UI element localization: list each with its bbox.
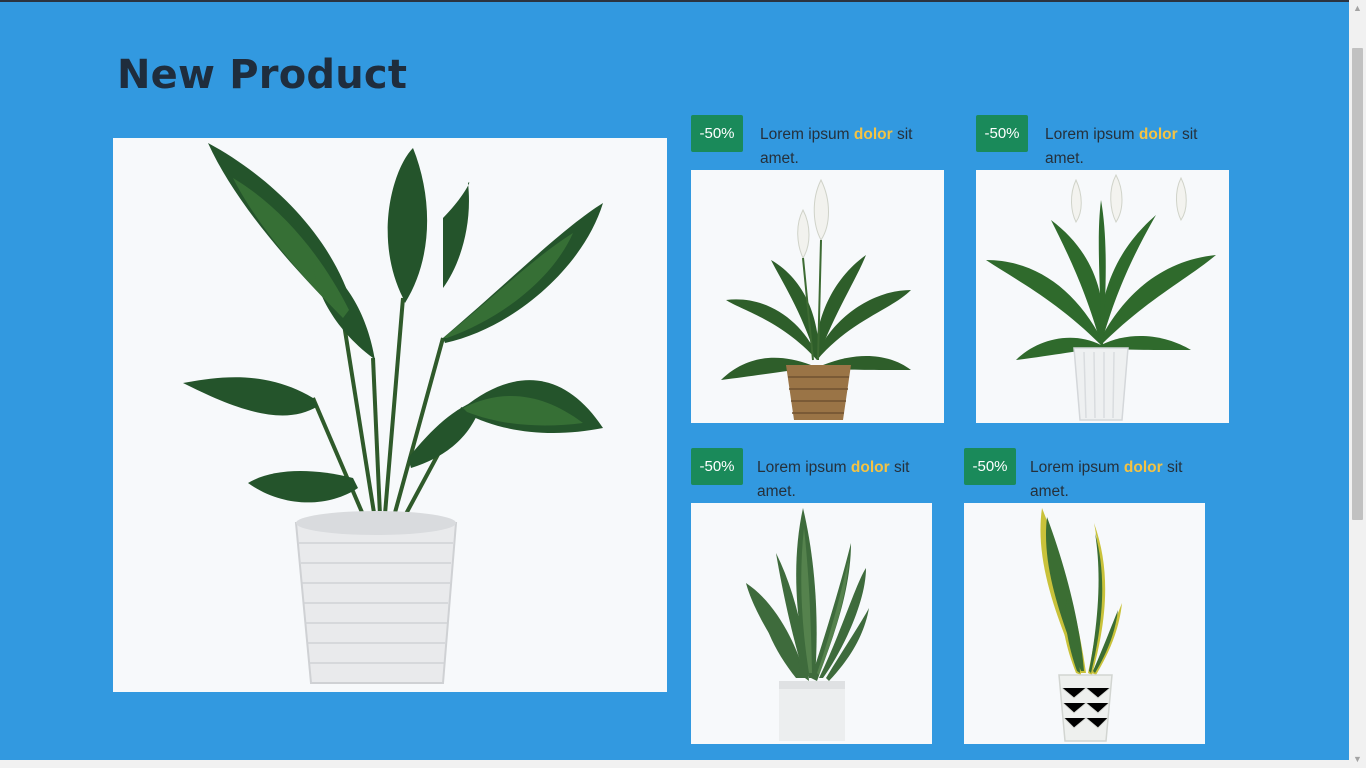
discount-badge: -50% [964, 448, 1016, 485]
vertical-scrollbar[interactable]: ▲ ▼ [1349, 0, 1366, 768]
product-image[interactable] [964, 503, 1205, 744]
product-image[interactable] [976, 170, 1229, 423]
product-description: Lorem ipsum dolor sit amet. [757, 459, 910, 500]
peace-lily-basket-icon [721, 178, 911, 420]
peace-lily-white-pot-icon [986, 173, 1216, 421]
scroll-up-arrow-icon[interactable]: ▲ [1349, 0, 1366, 17]
discount-badge: -50% [691, 448, 743, 485]
horizontal-scroll-track [0, 760, 1349, 768]
product-description: Lorem ipsum dolor sit amet. [760, 126, 913, 167]
product-description: Lorem ipsum dolor sit amet. [1030, 459, 1183, 500]
hero-product-image[interactable] [113, 138, 667, 692]
product-image[interactable] [691, 170, 944, 423]
discount-badge: -50% [691, 115, 743, 152]
snake-plant-icon [746, 508, 869, 741]
discount-badge: -50% [976, 115, 1028, 152]
page-title: New Product [117, 52, 408, 98]
scroll-down-arrow-icon[interactable]: ▼ [1349, 751, 1366, 768]
highlight-text: dolor [850, 459, 890, 476]
snake-plant-variegated-icon [1040, 508, 1122, 742]
product-description: Lorem ipsum dolor sit amet. [1045, 126, 1198, 167]
highlight-text: dolor [853, 126, 893, 143]
bird-of-paradise-plant-icon [183, 143, 603, 684]
new-product-section: New Product -50% Lorem ipsum dolor sit a… [0, 0, 1349, 760]
scrollbar-thumb[interactable] [1352, 48, 1363, 520]
product-image[interactable] [691, 503, 932, 744]
highlight-text: dolor [1138, 126, 1178, 143]
highlight-text: dolor [1123, 459, 1163, 476]
